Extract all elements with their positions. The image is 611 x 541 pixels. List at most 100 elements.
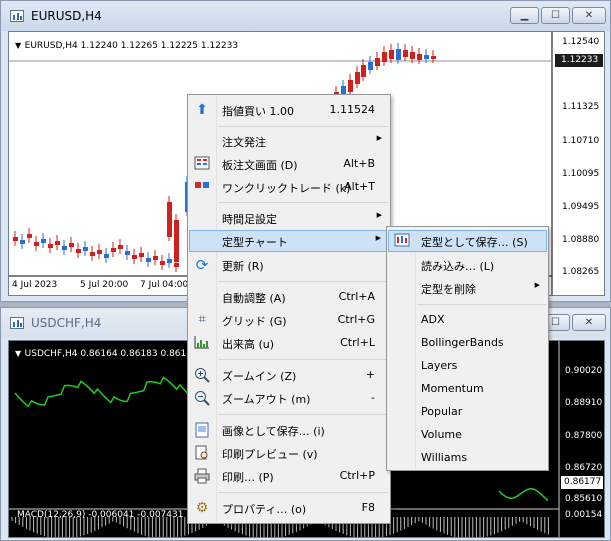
- menu-item-shortcut: F8: [361, 501, 375, 514]
- price-tick: 1.11325: [562, 102, 600, 112]
- price-tick: 1.10710: [562, 136, 600, 146]
- candle: [90, 246, 95, 261]
- menu-item-properties[interactable]: ⚙ プロパティ… (o) F8: [189, 497, 389, 519]
- menu-separator: [218, 492, 388, 493]
- menu-item-label: 更新 (R): [222, 260, 264, 273]
- menu-item-print[interactable]: 印刷… (P) Ctrl+P: [189, 465, 389, 487]
- menu-item-label: 板注文画面 (D): [222, 159, 298, 172]
- chart-window-icon: [10, 317, 24, 329]
- menu-item-depth-of-market[interactable]: 板注文画面 (D) Alt+B: [189, 153, 389, 175]
- close-button[interactable]: ✕: [572, 314, 606, 331]
- menu-item-remove-template[interactable]: 定型を削除 ▶: [388, 277, 547, 299]
- maximize-button[interactable]: ☐: [541, 7, 570, 24]
- time-tick: 4 Jul 2023: [12, 280, 58, 290]
- candle: [355, 66, 360, 88]
- menu-separator: [218, 414, 388, 415]
- minimize-icon: ▁: [520, 10, 529, 21]
- volumes-icon: [194, 335, 210, 351]
- menu-item-template-bollinger[interactable]: BollingerBands: [388, 332, 547, 354]
- candle: [13, 231, 18, 246]
- menu-item-volumes[interactable]: 出来高 (u) Ctrl+L: [189, 332, 389, 354]
- menu-item-timeframes[interactable]: 時間足設定 ▶: [189, 207, 389, 229]
- refresh-icon: ⟳: [195, 256, 209, 274]
- menu-item-label: グリッド (G): [222, 315, 287, 328]
- candle: [62, 240, 67, 255]
- menu-item-label: 定型を削除: [421, 283, 476, 296]
- menu-item-label: 注文発注: [222, 136, 266, 149]
- menu-item-label: 印刷プレビュー (v): [222, 448, 318, 461]
- dropdown-triangle-icon[interactable]: ▼: [15, 349, 21, 358]
- menu-item-label: 画像として保存… (i): [222, 425, 325, 438]
- candle: [41, 233, 46, 248]
- menu-item-buy-limit[interactable]: ⬆ 指値買い 1.00 1.11524: [189, 99, 389, 121]
- usdchf-ohlc-label: USDCHF,H4 0.86164 0.86183 0.8615: [24, 349, 192, 359]
- menu-item-shortcut: Ctrl+A: [338, 290, 375, 303]
- current-price-label: 1.12233: [561, 55, 599, 65]
- menu-item-label: 印刷… (P): [222, 471, 274, 484]
- candle: [104, 248, 109, 263]
- zoom-out-icon: [194, 390, 210, 406]
- menu-item-new-order[interactable]: 注文発注 ▶: [189, 130, 389, 152]
- close-icon: ✕: [584, 317, 594, 328]
- candle: [174, 214, 179, 266]
- menu-item-template-popular[interactable]: Popular: [388, 401, 547, 423]
- candle: [76, 243, 81, 258]
- menu-item-shortcut: Ctrl+G: [337, 313, 375, 326]
- usdchf-price-line: [498, 487, 549, 502]
- price-tick: 0.86720: [565, 463, 603, 473]
- candle: [132, 249, 137, 264]
- menu-item-template-momentum[interactable]: Momentum: [388, 378, 547, 400]
- candle: [20, 234, 25, 249]
- menu-item-grid[interactable]: ⌗ グリッド (G) Ctrl+G: [189, 309, 389, 331]
- price-tick: 0.87800: [565, 431, 603, 441]
- eurusd-title-bar[interactable]: EURUSD,H4 ▁ ☐ ✕: [1, 1, 610, 31]
- candle: [97, 244, 102, 259]
- close-button[interactable]: ✕: [572, 7, 606, 24]
- menu-item-label: 自動調整 (A): [222, 292, 286, 305]
- menu-item-template-williams[interactable]: Williams: [388, 447, 547, 469]
- menu-item-autoscroll[interactable]: 自動調整 (A) Ctrl+A: [189, 286, 389, 308]
- price-tick: 1.08265: [562, 267, 600, 277]
- menu-item-shortcut: +: [365, 368, 375, 381]
- menu-item-label: ズームアウト (m): [222, 393, 311, 406]
- time-tick: 5 Jul 20:00: [80, 280, 129, 290]
- menu-item-save-template[interactable]: 定型として保存… (S): [388, 230, 547, 252]
- submenu-arrow-icon: ▶: [375, 234, 381, 242]
- menu-item-one-click-trading[interactable]: ワンクリックトレード (k) Alt+T: [189, 176, 389, 198]
- menu-item-label: 定型チャート: [222, 236, 288, 249]
- menu-item-label: BollingerBands: [421, 336, 504, 349]
- menu-item-label: 時間足設定: [222, 213, 277, 226]
- minimize-button[interactable]: ▁: [510, 7, 539, 24]
- price-tick: 1.10095: [562, 169, 600, 179]
- candle: [139, 247, 144, 262]
- candle: [403, 44, 408, 61]
- menu-item-template-layers[interactable]: Layers: [388, 355, 547, 377]
- menu-item-zoom-in[interactable]: ズームイン (Z) +: [189, 364, 389, 386]
- candle: [27, 228, 32, 243]
- menu-item-shortcut: -: [371, 391, 375, 404]
- candle: [118, 239, 123, 254]
- current-price-marker: 1.12233: [555, 54, 603, 67]
- macd-label: MACD(12,26,9) -0.006041 -0.007431: [17, 510, 184, 520]
- price-tick: 1.09495: [562, 202, 600, 212]
- dropdown-triangle-icon[interactable]: ▼: [15, 41, 21, 50]
- menu-item-template-adx[interactable]: ADX: [388, 309, 547, 331]
- candle: [111, 242, 116, 257]
- candle: [48, 238, 53, 253]
- usdchf-window-title: USDCHF,H4: [31, 316, 102, 330]
- menu-item-refresh[interactable]: ⟳ 更新 (R): [189, 254, 389, 276]
- menu-item-template-volume[interactable]: Volume: [388, 424, 547, 446]
- depth-of-market-icon: [194, 156, 210, 172]
- candle: [125, 245, 130, 260]
- submenu-arrow-icon: ▶: [376, 134, 382, 142]
- one-click-trading-icon: [194, 179, 210, 195]
- menu-item-zoom-out[interactable]: ズームアウト (m) -: [189, 387, 389, 409]
- menu-item-template[interactable]: 定型チャート ▶: [189, 230, 389, 252]
- menu-item-save-as-picture[interactable]: 画像として保存… (i): [189, 419, 389, 441]
- candle: [153, 250, 158, 265]
- menu-item-load-template[interactable]: 読み込み… (L): [388, 254, 547, 276]
- grid-icon: ⌗: [198, 312, 206, 327]
- buy-limit-icon: ⬆: [196, 102, 208, 118]
- menu-item-print-preview[interactable]: 印刷プレビュー (v): [189, 442, 389, 464]
- menu-item-label: Williams: [421, 451, 468, 464]
